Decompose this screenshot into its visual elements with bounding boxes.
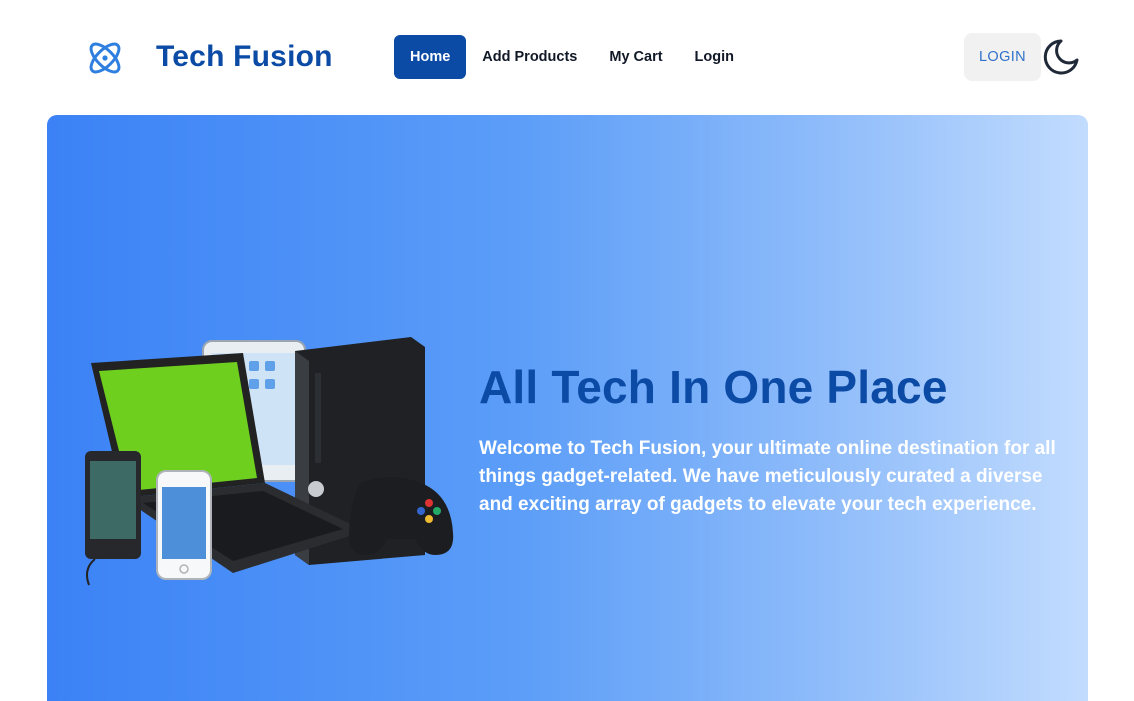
login-button[interactable]: LOGIN <box>964 33 1041 81</box>
main-nav: Home Add Products My Cart Login <box>394 35 750 79</box>
nav-my-cart[interactable]: My Cart <box>593 35 678 79</box>
navbar: Tech Fusion Home Add Products My Cart Lo… <box>0 0 1134 115</box>
hero-title: All Tech In One Place <box>479 361 948 413</box>
nav-home[interactable]: Home <box>394 35 467 79</box>
brand-name: Tech Fusion <box>156 40 333 73</box>
brand[interactable]: Tech Fusion <box>84 36 332 80</box>
gadgets-illustration <box>85 337 454 586</box>
nav-login[interactable]: Login <box>679 35 750 79</box>
nav-add-products[interactable]: Add Products <box>466 35 593 79</box>
moon-icon[interactable] <box>1042 38 1080 76</box>
hero-banner: All Tech In One Place Welcome to Tech Fu… <box>47 115 1088 701</box>
hero-description: Welcome to Tech Fusion, your ultimate on… <box>479 438 1056 515</box>
media-player-icon <box>85 451 141 586</box>
atom-logo-icon <box>89 42 121 74</box>
smartphone-icon <box>156 470 212 580</box>
